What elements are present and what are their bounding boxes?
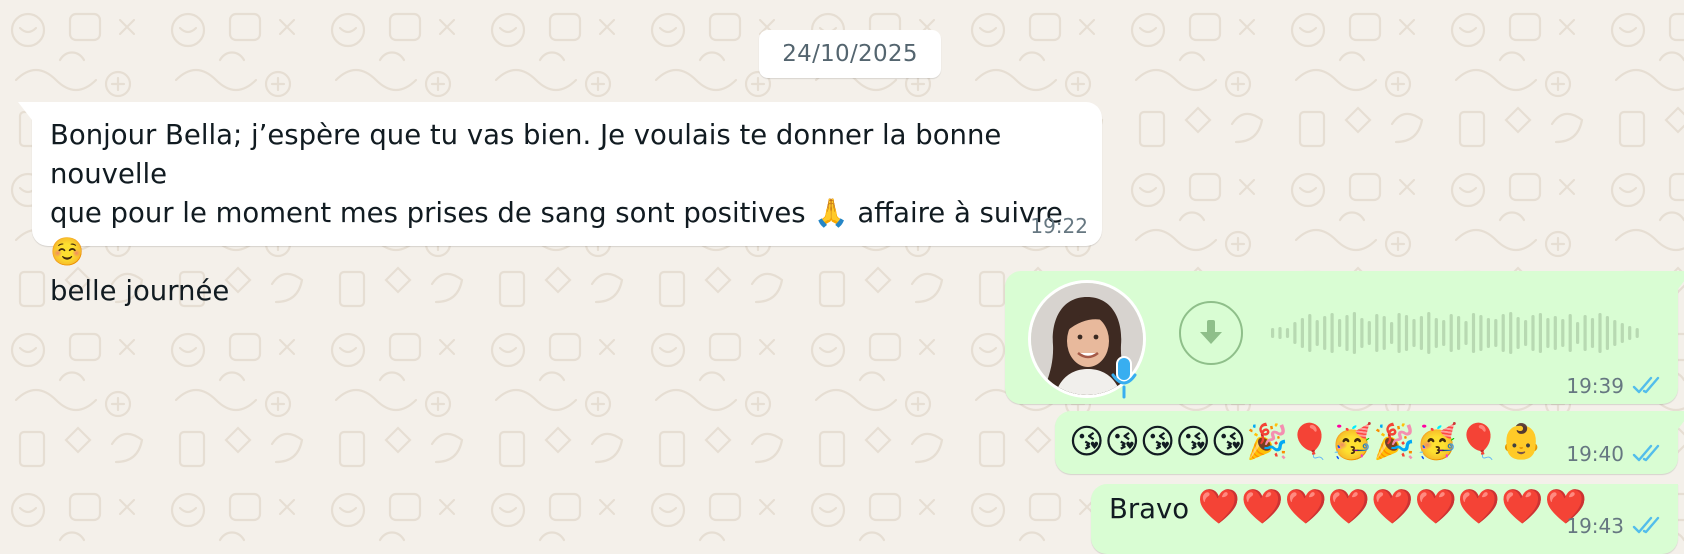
waveform-bar (1561, 319, 1565, 347)
waveform-bar (1345, 315, 1349, 351)
waveform-bar (1457, 316, 1461, 350)
message-time: 19:40 (1566, 442, 1624, 466)
message-text: Bravo ❤️❤️❤️❤️❤️❤️❤️❤️❤️ (1109, 486, 1588, 530)
waveform-bar (1605, 316, 1609, 350)
message-time: 19:22 (1030, 214, 1088, 238)
waveform-bar (1576, 322, 1580, 344)
waveform-bar (1390, 322, 1394, 344)
waveform-bar (1397, 313, 1401, 353)
waveform-bar (1285, 328, 1290, 338)
waveform-bar (1412, 319, 1416, 347)
message-word: Bravo (1109, 493, 1190, 525)
waveform-bar (1330, 313, 1334, 353)
waveform-bar (1271, 328, 1275, 338)
waveform-bar (1442, 320, 1446, 346)
waveform-bar (1516, 317, 1520, 349)
waveform-bar (1375, 314, 1379, 352)
waveform-bar (1613, 320, 1617, 346)
waveform-bar (1501, 314, 1505, 352)
date-separator: 24/10/2025 (759, 30, 941, 78)
message-meta: 19:43 (1566, 514, 1664, 538)
message-text: 😘😘😘😘😘🎉🎈🥳🎉🥳🎈👶 (1069, 422, 1543, 462)
waveform-bar (1620, 323, 1624, 343)
double-check-icon (1632, 444, 1660, 462)
waveform-bar (1427, 312, 1431, 354)
waveform-bar (1635, 328, 1639, 338)
waveform-bar (1293, 322, 1297, 344)
waveform-bar (1449, 314, 1453, 352)
incoming-message-bubble[interactable]: Bonjour Bella; j’espère que tu vas bien.… (18, 102, 1102, 307)
waveform-bar (1590, 318, 1595, 348)
waveform-bar (1367, 321, 1371, 345)
hearts-emoji: ❤️❤️❤️❤️❤️❤️❤️❤️❤️ (1197, 487, 1588, 527)
voice-note-bubble[interactable]: 19:39 (1005, 271, 1684, 404)
waveform-bar (1479, 315, 1483, 351)
waveform-bar (1419, 316, 1423, 350)
bubble-tail (18, 102, 32, 120)
download-button[interactable] (1179, 301, 1243, 365)
waveform-bar (1308, 314, 1312, 352)
waveform-bar (1300, 318, 1304, 348)
waveform-bar (1434, 318, 1438, 348)
waveform-bar (1598, 313, 1602, 353)
waveform-bar (1404, 315, 1409, 351)
message-time: 19:39 (1566, 374, 1624, 398)
waveform-bar (1509, 312, 1513, 354)
waveform-bar (1531, 315, 1535, 351)
message-meta: 19:40 (1566, 442, 1664, 466)
waveform-bar (1583, 315, 1587, 351)
double-check-icon (1632, 516, 1660, 534)
waveform-bar (1486, 318, 1490, 348)
sender-avatar[interactable] (1031, 283, 1143, 399)
waveform-bar (1352, 312, 1356, 354)
waveform-bar (1278, 327, 1282, 339)
waveform-bar (1360, 318, 1364, 348)
waveform-bar (1338, 319, 1342, 347)
emoji-message-bubble[interactable]: 😘😘😘😘😘🎉🎈🥳🎉🥳🎈👶 19:40 (1055, 411, 1684, 474)
waveform-bar (1524, 320, 1528, 346)
bubble-tail (1678, 271, 1684, 289)
waveform-bar (1323, 316, 1327, 350)
download-arrow-icon (1200, 320, 1222, 344)
waveform-bar (1568, 314, 1572, 352)
microphone-icon (1111, 356, 1137, 399)
double-check-icon (1632, 376, 1660, 394)
waveform-bar (1538, 313, 1542, 353)
waveform-bar (1464, 321, 1468, 345)
waveform-bar (1471, 313, 1476, 353)
waveform-bar (1546, 318, 1550, 348)
waveform-bar (1315, 320, 1319, 346)
bubble-tail (1678, 411, 1684, 429)
message-time: 19:43 (1566, 514, 1624, 538)
message-meta: 19:22 (1030, 214, 1088, 238)
waveform-bar (1553, 316, 1557, 350)
waveform-bar (1494, 319, 1498, 347)
bravo-message-bubble[interactable]: Bravo ❤️❤️❤️❤️❤️❤️❤️❤️❤️ 19:43 (1091, 484, 1678, 554)
message-meta: 19:39 (1566, 374, 1664, 398)
waveform-bar (1628, 326, 1632, 340)
audio-waveform[interactable] (1270, 309, 1642, 357)
waveform-bar (1382, 316, 1386, 350)
message-text: Bonjour Bella; j’espère que tu vas bien.… (50, 119, 1063, 307)
